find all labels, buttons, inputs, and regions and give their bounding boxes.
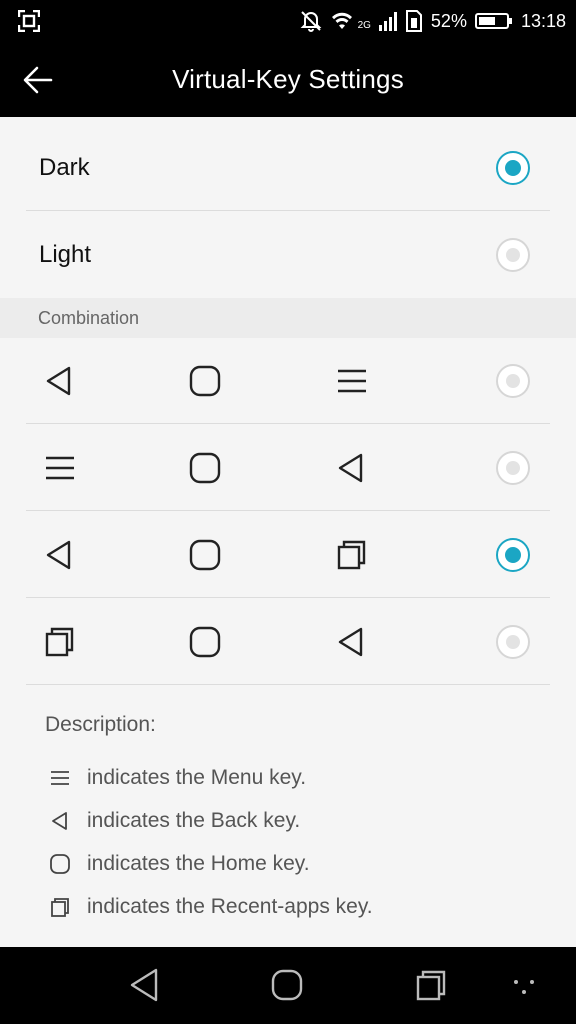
page-title: Virtual-Key Settings — [172, 64, 404, 94]
radio-button[interactable] — [496, 538, 530, 572]
theme-option-label: Light — [39, 241, 92, 268]
recent-apps-key-icon — [51, 898, 69, 917]
combination-option-1[interactable] — [26, 338, 550, 424]
theme-option-label: Dark — [39, 154, 90, 181]
nav-home-icon[interactable] — [270, 967, 304, 1003]
status-bar: 2G 52% 13:18 — [0, 0, 576, 42]
sim-icon — [405, 10, 423, 32]
description-text: indicates the Home key. — [87, 852, 310, 875]
radio-button[interactable] — [496, 625, 530, 659]
settings-content: Dark Light Combination Description: indi… — [0, 117, 576, 947]
back-key-icon — [46, 366, 71, 396]
battery-icon — [474, 12, 513, 30]
nav-more-dots-icon[interactable] — [512, 977, 538, 997]
menu-key-icon — [338, 369, 366, 393]
radio-button[interactable] — [496, 451, 530, 485]
description-text: indicates the Back key. — [87, 809, 301, 832]
signal-icon — [378, 11, 397, 31]
clock: 13:18 — [520, 10, 566, 31]
back-key-icon — [338, 453, 363, 483]
radio-button[interactable] — [496, 151, 530, 185]
menu-key-icon — [46, 456, 74, 480]
combination-option-4[interactable] — [26, 599, 550, 685]
radio-button[interactable] — [496, 364, 530, 398]
radio-button[interactable] — [496, 238, 530, 272]
combination-option-3[interactable] — [26, 512, 550, 598]
section-header-combination: Combination — [0, 298, 576, 338]
recent-apps-key-icon — [337, 540, 366, 570]
description-text: indicates the Menu key. — [87, 766, 307, 789]
home-key-icon — [50, 854, 70, 874]
description-text: indicates the Recent-apps key. — [87, 895, 373, 918]
description-title: Description: — [45, 713, 156, 736]
section-header-label: Combination — [38, 308, 140, 328]
navigation-bar — [0, 947, 576, 1024]
back-key-icon — [52, 812, 67, 830]
wifi-icon — [330, 11, 354, 31]
screenshot-icon — [17, 9, 41, 37]
back-key-icon — [46, 540, 71, 570]
menu-key-icon — [51, 771, 69, 785]
recent-apps-key-icon — [45, 627, 74, 657]
muted-bell-icon — [300, 10, 322, 32]
combination-option-2[interactable] — [26, 425, 550, 511]
battery-percent: 52% — [430, 10, 467, 31]
home-key-icon — [189, 452, 221, 484]
nav-back-icon[interactable] — [128, 967, 162, 1003]
back-key-icon — [338, 627, 363, 657]
home-key-icon — [189, 539, 221, 571]
home-key-icon — [189, 626, 221, 658]
home-key-icon — [189, 365, 221, 397]
network-type-label: 2G — [357, 19, 371, 31]
nav-recent-apps-icon[interactable] — [414, 967, 448, 1003]
theme-option-dark[interactable]: Dark — [26, 125, 550, 211]
app-bar: Virtual-Key Settings — [0, 42, 576, 117]
theme-option-light[interactable]: Light — [26, 212, 550, 298]
